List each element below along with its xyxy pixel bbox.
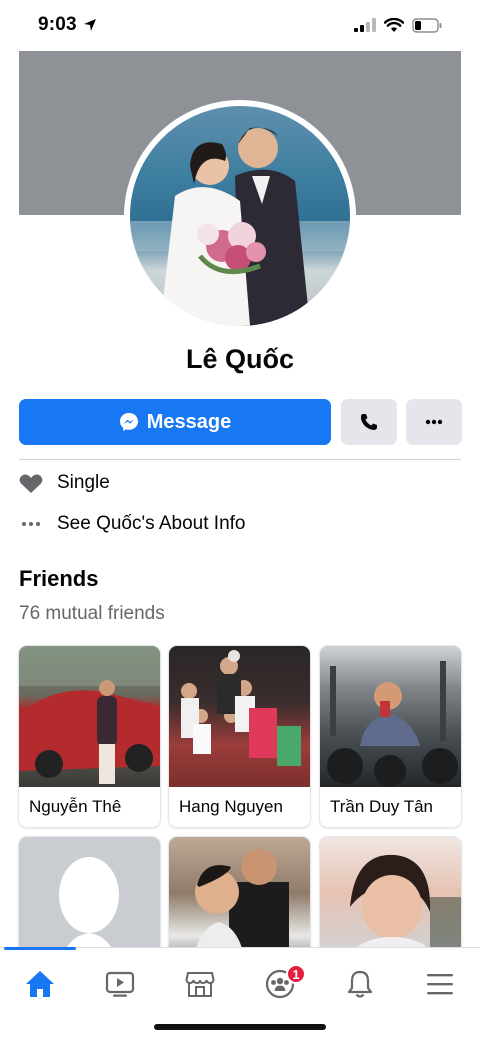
call-button[interactable] [341,399,397,445]
phone-icon [360,414,377,430]
location-arrow-icon [83,19,96,31]
friend-name: Nguyễn Thê [29,797,122,816]
nav-groups[interactable]: 1 [252,958,308,1010]
watch-icon [105,971,135,997]
message-button[interactable]: Message [19,399,331,445]
more-options-button[interactable] [406,399,462,445]
relationship-status-row: Single [19,472,110,494]
friend-card[interactable]: Trần Duy Tân [320,646,461,827]
about-info-link[interactable]: See Quốc's About Info [19,513,245,535]
friend-photo [19,646,160,787]
menu-icon [427,974,453,995]
bell-icon [347,970,373,998]
marketplace-icon [185,972,215,997]
home-icon [26,971,54,997]
messenger-icon [119,413,138,431]
friend-photo [169,646,310,787]
relationship-status: Single [57,472,110,493]
profile-picture[interactable] [124,100,356,332]
wifi-icon [384,17,404,32]
heart-icon [19,473,43,494]
couple-illustration [130,127,350,326]
home-indicator[interactable] [154,1024,326,1030]
message-button-label: Message [146,410,232,433]
signal-icon [354,18,376,32]
divider [19,459,461,460]
about-info-label: See Quốc's About Info [57,513,246,534]
status-time-text: 9:03 [38,14,77,35]
bottom-nav: 1 [0,947,480,1039]
friends-heading[interactable]: Friends [19,566,98,592]
friend-card[interactable]: Hang Nguyen [169,646,310,827]
profile-photo [130,106,350,326]
nav-watch[interactable] [92,958,148,1010]
nav-menu[interactable] [412,958,468,1010]
mutual-friends-count[interactable]: 76 mutual friends [19,603,165,625]
groups-notification-badge: 1 [286,964,306,984]
nav-notifications[interactable] [332,958,388,1010]
status-time: 9:03 [38,14,97,36]
profile-name: Lê Quốc [185,344,294,374]
battery-icon [412,17,442,33]
nav-marketplace[interactable] [172,958,228,1010]
friend-name: Trần Duy Tân [330,797,433,816]
nav-home[interactable] [12,958,68,1010]
status-bar: 9:03 [0,0,480,50]
status-indicators [354,17,442,33]
active-tab-indicator [4,947,76,950]
more-dots-icon [425,419,443,425]
friend-photo [320,646,461,787]
friend-name: Hang Nguyen [179,797,283,816]
more-dots-icon [19,521,43,527]
friend-card[interactable]: Nguyễn Thê [19,646,160,827]
